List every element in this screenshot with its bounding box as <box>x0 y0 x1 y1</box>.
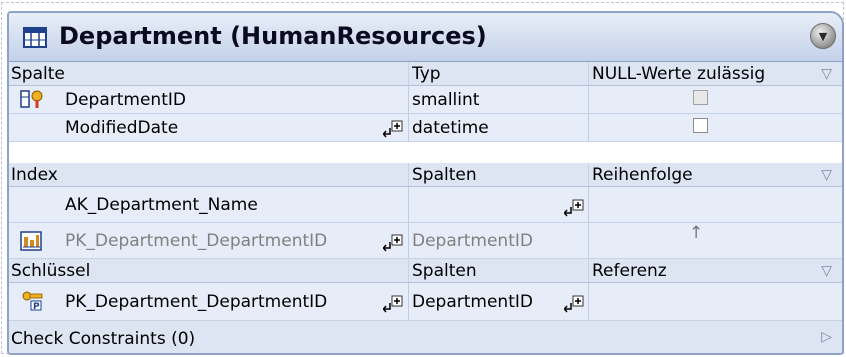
index-columns[interactable] <box>408 187 586 222</box>
header-typ: Typ <box>408 62 586 85</box>
column-nullable-cell <box>588 114 842 141</box>
index-order-cell: ↑ <box>588 223 842 258</box>
index-name: PK_Department_DepartmentID <box>65 230 328 251</box>
header-spalten: Spalten <box>408 259 586 282</box>
key-reference[interactable] <box>588 283 842 320</box>
keys-section-header[interactable]: Schlüssel Spalten Referenz ▽ <box>9 259 842 283</box>
add-row-icon[interactable] <box>564 295 584 313</box>
column-type[interactable]: smallint <box>408 86 586 113</box>
index-name: AK_Department_Name <box>65 194 258 215</box>
header-referenz: Referenz <box>588 259 842 282</box>
check-constraints-label: Check Constraints (0) <box>11 329 196 349</box>
add-row-icon[interactable] <box>383 295 403 313</box>
check-constraints-header[interactable]: Check Constraints (0) ▷ <box>9 321 842 353</box>
column-row[interactable]: DepartmentID smallint <box>9 86 842 114</box>
section-collapse-icon[interactable]: ▽ <box>821 167 832 183</box>
index-row[interactable]: PK_Department_DepartmentID DepartmentID … <box>9 223 842 259</box>
key-row[interactable]: P PK_Department_DepartmentID DepartmentI… <box>9 283 842 321</box>
header-schluessel: Schlüssel <box>11 260 91 281</box>
column-name: ModifiedDate <box>65 117 179 138</box>
index-columns[interactable]: DepartmentID <box>408 223 586 258</box>
add-row-icon[interactable] <box>383 234 403 252</box>
index-row[interactable]: AK_Department_Name <box>9 187 842 223</box>
column-row[interactable]: ModifiedDate datetime <box>9 114 842 142</box>
header-null-allowed-label: NULL-Werte zulässig <box>592 63 766 84</box>
section-collapse-icon[interactable]: ▽ <box>821 66 832 82</box>
index-order[interactable] <box>588 187 842 222</box>
columns-section-header[interactable]: Spalte Typ NULL-Werte zulässig ▽ <box>9 62 842 86</box>
column-type[interactable]: datetime <box>408 114 586 141</box>
table-design-box[interactable]: Department (HumanResources) ▼ Spalte Typ… <box>7 11 844 355</box>
column-name: DepartmentID <box>65 89 186 110</box>
nullable-checkbox[interactable] <box>693 90 708 105</box>
add-row-icon[interactable] <box>564 199 584 217</box>
key-name: PK_Department_DepartmentID <box>65 291 328 312</box>
header-null-allowed: NULL-Werte zulässig <box>588 62 842 85</box>
sort-ascending-icon[interactable]: ↑ <box>689 223 703 243</box>
header-index: Index <box>11 164 58 185</box>
add-row-icon[interactable] <box>383 120 403 138</box>
table-title-bar[interactable]: Department (HumanResources) ▼ <box>9 13 842 62</box>
index-section-header[interactable]: Index Spalten Reihenfolge ▽ <box>9 163 842 187</box>
header-reihenfolge: Reihenfolge <box>588 163 842 186</box>
section-collapse-icon[interactable]: ▽ <box>821 263 832 279</box>
nullable-checkbox[interactable] <box>693 118 708 133</box>
header-spalte: Spalte <box>11 63 65 84</box>
header-spalten: Spalten <box>408 163 586 186</box>
table-title: Department (HumanResources) <box>59 22 487 50</box>
collapse-circle-icon[interactable]: ▼ <box>810 23 836 49</box>
table-icon <box>23 27 47 48</box>
column-nullable-cell <box>588 86 842 113</box>
expand-section-icon[interactable]: ▷ <box>821 329 832 345</box>
key-columns[interactable]: DepartmentID <box>408 283 586 320</box>
